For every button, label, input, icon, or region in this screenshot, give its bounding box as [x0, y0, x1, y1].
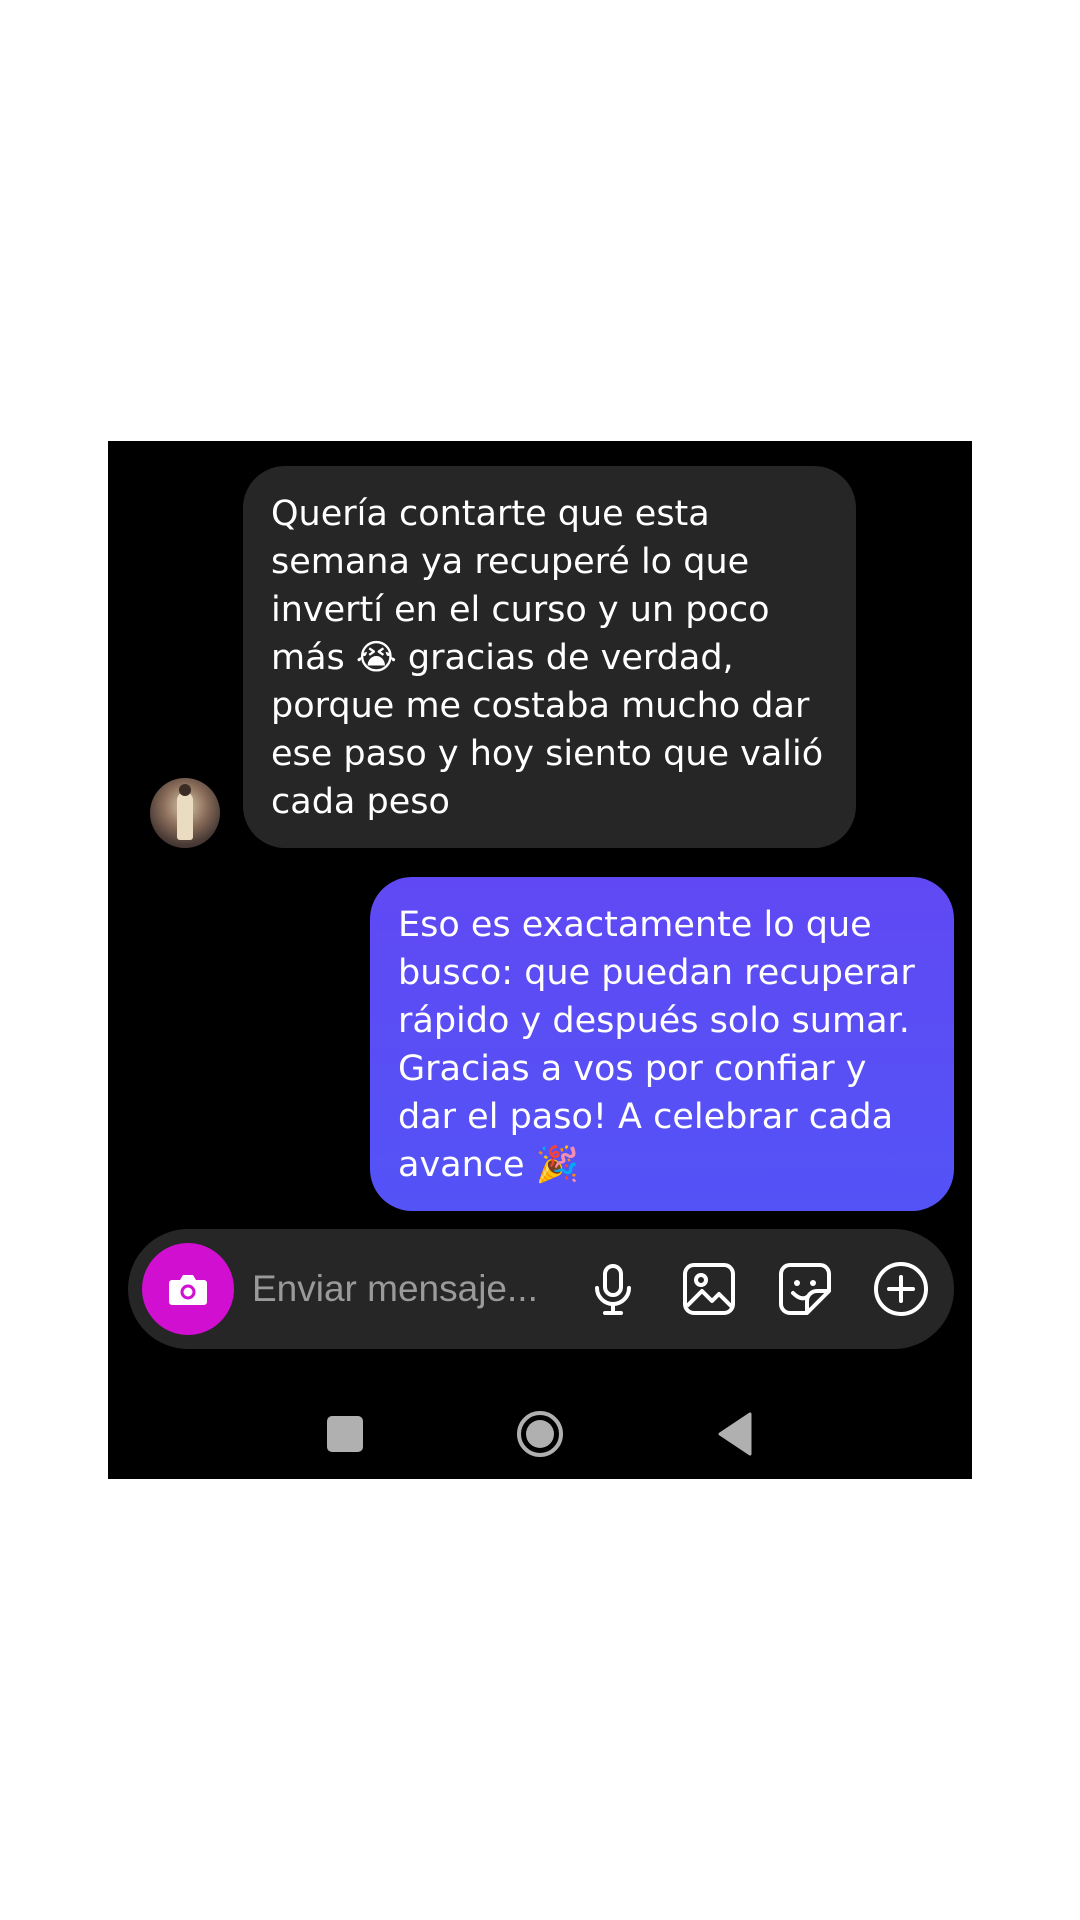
sticker-icon: [779, 1263, 831, 1315]
microphone-icon: [595, 1264, 631, 1315]
message-composer: [128, 1229, 954, 1349]
recents-square-icon: [327, 1416, 363, 1452]
camera-button[interactable]: [142, 1243, 234, 1335]
home-circle-icon: [517, 1411, 563, 1457]
back-triangle-icon: [718, 1412, 752, 1456]
more-options-button[interactable]: [871, 1259, 931, 1319]
chat-screen: Quería contarte que esta semana ya recup…: [108, 441, 972, 1479]
sent-message-bubble[interactable]: Eso es exactamente lo que busco: que pue…: [370, 877, 954, 1211]
system-navigation-bar: [108, 1391, 972, 1479]
avatar-figure: [177, 792, 193, 840]
message-input[interactable]: [252, 1259, 572, 1319]
recents-button[interactable]: [320, 1409, 370, 1459]
received-message-bubble[interactable]: Quería contarte que esta semana ya recup…: [243, 466, 856, 848]
home-button[interactable]: [515, 1409, 565, 1459]
back-button[interactable]: [710, 1409, 760, 1459]
sticker-button[interactable]: [775, 1259, 835, 1319]
plus-circle-icon: [874, 1262, 928, 1316]
avatar-head: [179, 784, 191, 796]
camera-icon: [169, 1275, 207, 1305]
microphone-button[interactable]: [583, 1259, 643, 1319]
gallery-button[interactable]: [679, 1259, 739, 1319]
contact-avatar[interactable]: [150, 778, 220, 848]
image-icon: [683, 1263, 735, 1315]
